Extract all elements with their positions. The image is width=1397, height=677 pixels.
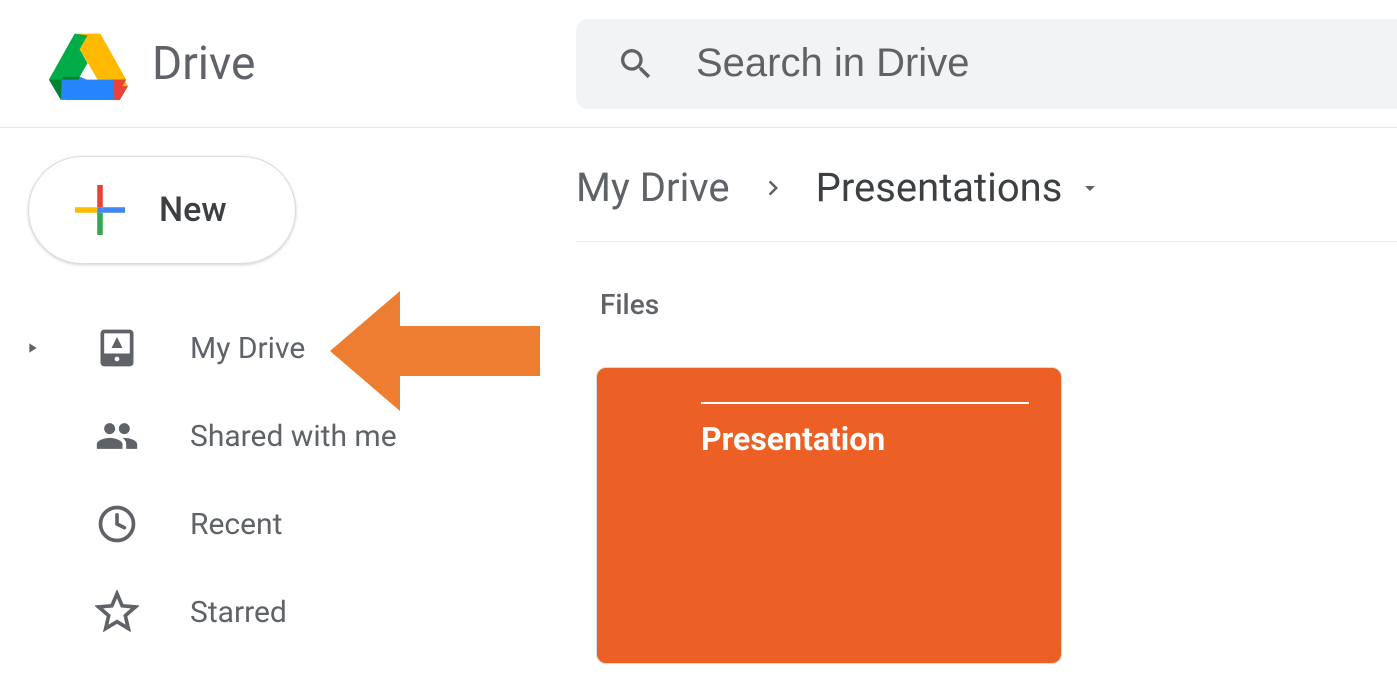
logo-block: Drive <box>48 28 576 100</box>
search-bar[interactable] <box>576 19 1397 109</box>
header-bar: Drive <box>0 0 1397 128</box>
new-button[interactable]: New <box>28 156 296 264</box>
dropdown-icon <box>1078 176 1102 200</box>
section-label-files: Files <box>576 288 1397 321</box>
sidebar-nav: My Drive Shared with me <box>0 304 576 656</box>
expand-icon[interactable] <box>24 340 44 356</box>
sidebar-item-label: Starred <box>190 595 287 630</box>
drive-logo-icon <box>48 28 128 100</box>
recent-icon <box>94 502 140 546</box>
plus-icon <box>75 185 125 235</box>
app-title: Drive <box>152 37 255 91</box>
new-button-label: New <box>159 190 227 230</box>
search-input[interactable] <box>696 41 1397 86</box>
chevron-right-icon <box>758 173 788 203</box>
breadcrumb-root[interactable]: My Drive <box>576 164 730 211</box>
my-drive-icon <box>94 326 140 370</box>
search-icon <box>616 44 656 84</box>
star-icon <box>94 590 140 634</box>
breadcrumb-current[interactable]: Presentations <box>816 164 1103 211</box>
sidebar-item-label: Shared with me <box>190 419 397 454</box>
sidebar-item-recent[interactable]: Recent <box>0 480 576 568</box>
file-thumb-title: Presentation <box>701 402 1029 458</box>
main-area: My Drive Presentations Files Presentatio… <box>576 128 1397 677</box>
sidebar-item-shared[interactable]: Shared with me <box>0 392 576 480</box>
sidebar-item-my-drive[interactable]: My Drive <box>0 304 576 392</box>
sidebar-item-label: My Drive <box>190 331 305 366</box>
breadcrumb: My Drive Presentations <box>576 164 1397 242</box>
breadcrumb-current-label: Presentations <box>816 164 1063 211</box>
sidebar-item-label: Recent <box>190 507 282 542</box>
file-card[interactable]: Presentation <box>596 367 1062 664</box>
shared-icon <box>94 414 140 458</box>
file-grid: Presentation <box>576 367 1397 664</box>
sidebar: New My Drive <box>0 128 576 677</box>
sidebar-item-starred[interactable]: Starred <box>0 568 576 656</box>
